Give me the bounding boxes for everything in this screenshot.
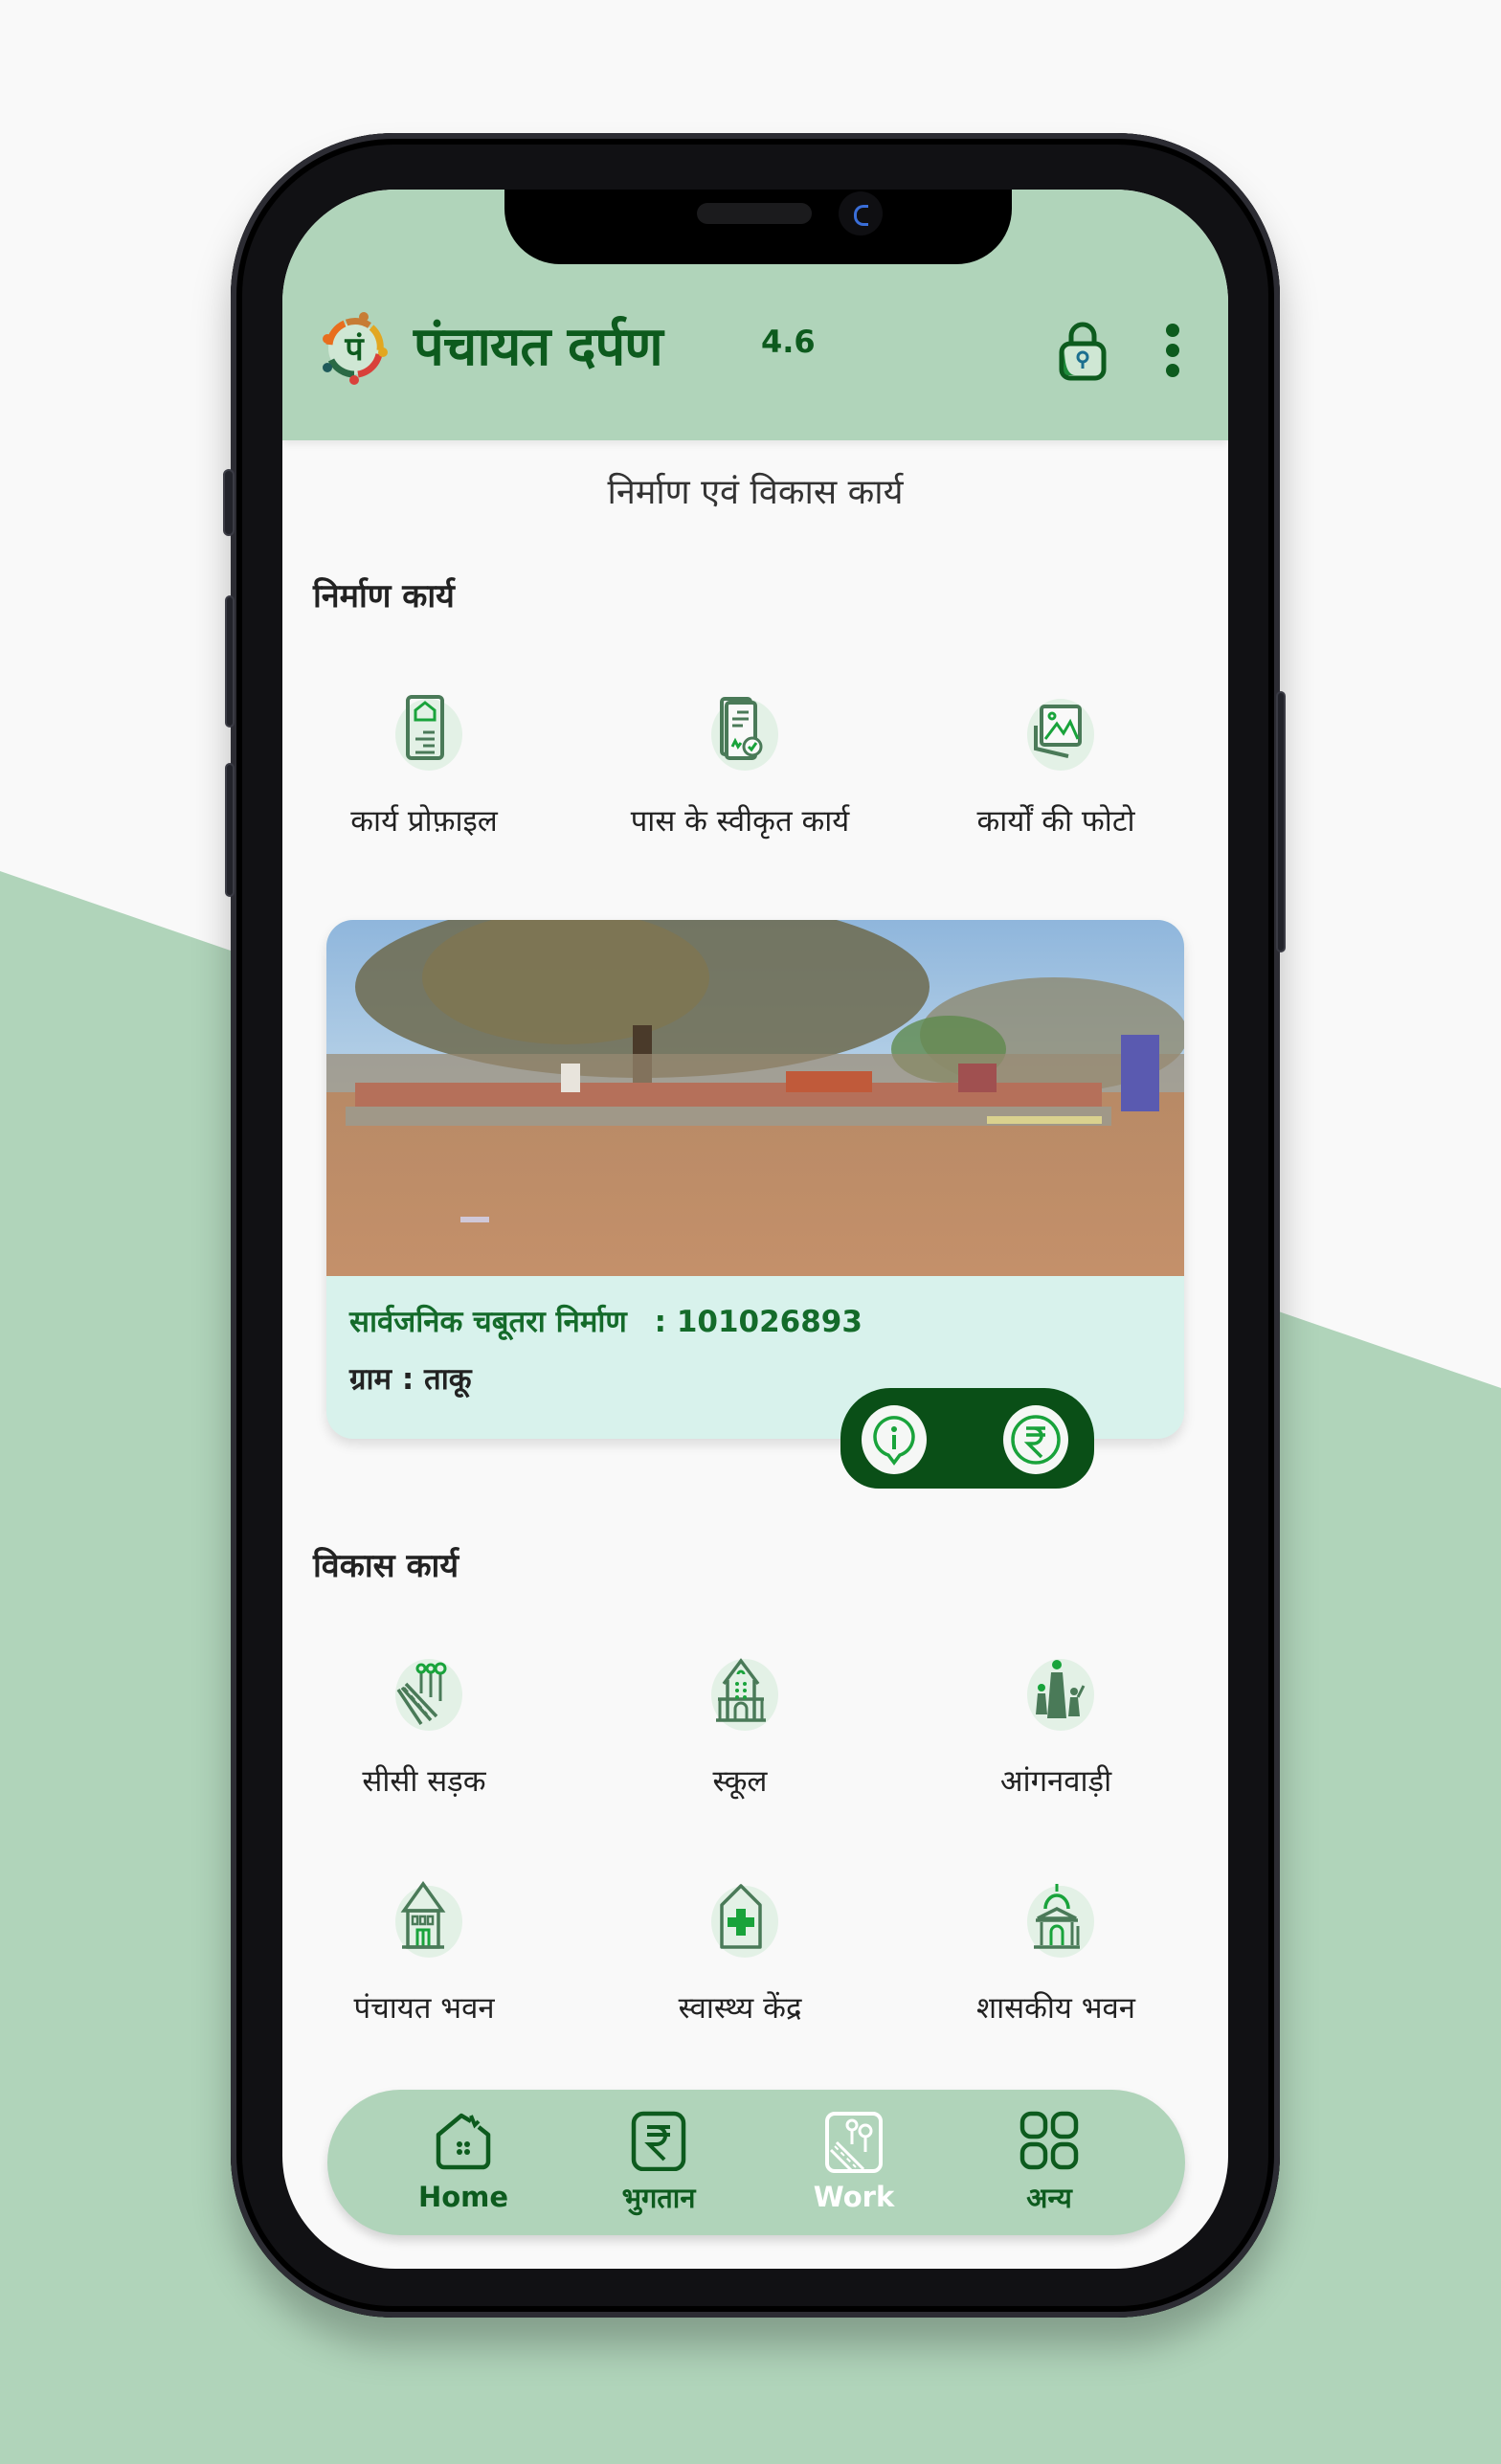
work-photos-icon [1003, 680, 1109, 785]
government-building-item[interactable]: शासकीय भवन [912, 1867, 1199, 2027]
cc-road-item[interactable]: सीसी सड़क [282, 1640, 568, 1801]
nav-work-label: Work [813, 2181, 895, 2213]
payment-icon [631, 2111, 686, 2171]
work-id: : 101026893 [654, 1305, 863, 1339]
more-grid-icon [1019, 2111, 1079, 2169]
work-action-pill [840, 1388, 1094, 1489]
page-title: निर्माण एवं विकास कार्य [607, 473, 904, 512]
cc-road-icon [371, 1640, 477, 1745]
phone-power-button [1276, 691, 1286, 952]
construction-section-title: निर्माण कार्य [313, 577, 455, 616]
work-photo [326, 920, 1184, 1276]
nav-payment[interactable]: भुगतान [582, 2110, 735, 2216]
app-version: 4.6 [761, 324, 816, 360]
development-section-title: विकास कार्य [313, 1547, 459, 1585]
work-photos-label: कार्यों की फोटो [976, 804, 1135, 839]
lock-icon [1059, 322, 1107, 381]
more-vert-icon[interactable] [1163, 324, 1182, 381]
work-profile-icon [371, 680, 477, 785]
home-icon [436, 2113, 491, 2170]
panchayat-logo: पं [316, 308, 392, 385]
anganwadi-label: आंगनवाड़ी [999, 1764, 1112, 1799]
government-building-icon [1003, 1867, 1109, 1972]
phone-camera [839, 191, 883, 235]
phone-speaker [697, 203, 812, 224]
health-centre-icon [687, 1867, 793, 1972]
school-item[interactable]: स्कूल [596, 1640, 884, 1801]
nav-payment-label: भुगतान [621, 2181, 696, 2214]
nav-home-label: Home [417, 2181, 509, 2213]
work-photos-item[interactable]: कार्यों की फोटो [912, 680, 1199, 840]
svg-text:पं: पं [344, 330, 365, 369]
panchayat-bhawan-icon [371, 1867, 477, 1972]
app-title: पंचायत दर्पण [414, 316, 663, 378]
info-button[interactable] [862, 1405, 927, 1474]
featured-work-card[interactable]: सार्वजनिक चबूतरा निर्माण : 101026893 ग्र… [326, 920, 1184, 1439]
health-centre-item[interactable]: स्वास्थ्य केंद्र [596, 1867, 884, 2027]
work-info: सार्वजनिक चबूतरा निर्माण : 101026893 ग्र… [349, 1301, 863, 1399]
school-label: स्कूल [712, 1764, 768, 1799]
nav-more[interactable]: अन्य [973, 2110, 1126, 2216]
cc-road-label: सीसी सड़क [362, 1764, 486, 1799]
health-centre-label: स्वास्थ्य केंद्र [678, 1991, 802, 2026]
phone-volume-down [225, 763, 235, 897]
school-icon [687, 1640, 793, 1745]
approved-works-label: पास के स्वीकृत कार्य [630, 804, 850, 839]
work-profile-item[interactable]: कार्य प्रोफ़ाइल [282, 680, 568, 840]
panchayat-bhawan-label: पंचायत भवन [353, 1991, 495, 2026]
work-name-line: सार्वजनिक चबूतरा निर्माण : 101026893 [349, 1301, 863, 1341]
bottom-nav: Home भुगतान Work अन्य [327, 2090, 1185, 2235]
rupee-icon [1011, 1415, 1061, 1465]
approved-works-icon [687, 680, 793, 785]
lock-button[interactable] [1056, 321, 1109, 382]
phone-silent-switch [223, 469, 235, 536]
work-name: सार्वजनिक चबूतरा निर्माण [349, 1305, 627, 1339]
phone-volume-up [225, 595, 235, 728]
app-screen: पं पंचायत दर्पण 4.6 निर्माण एवं विकास का… [282, 190, 1228, 2269]
phone-notch [504, 190, 1012, 264]
work-village: ग्राम : ताकू [349, 1362, 472, 1397]
approved-works-item[interactable]: पास के स्वीकृत कार्य [596, 680, 884, 840]
anganwadi-item[interactable]: आंगनवाड़ी [912, 1640, 1199, 1801]
nav-work[interactable]: Work [777, 2112, 930, 2213]
government-building-label: शासकीय भवन [976, 1991, 1135, 2026]
nav-more-label: अन्य [1026, 2181, 1072, 2214]
payment-button[interactable] [1003, 1405, 1068, 1474]
anganwadi-icon [1003, 1640, 1109, 1745]
work-profile-label: कार्य प्रोफ़ाइल [350, 804, 498, 839]
panchayat-bhawan-item[interactable]: पंचायत भवन [282, 1867, 568, 2027]
nav-home[interactable]: Home [387, 2112, 540, 2213]
work-icon [825, 2112, 883, 2173]
info-icon [873, 1416, 915, 1466]
